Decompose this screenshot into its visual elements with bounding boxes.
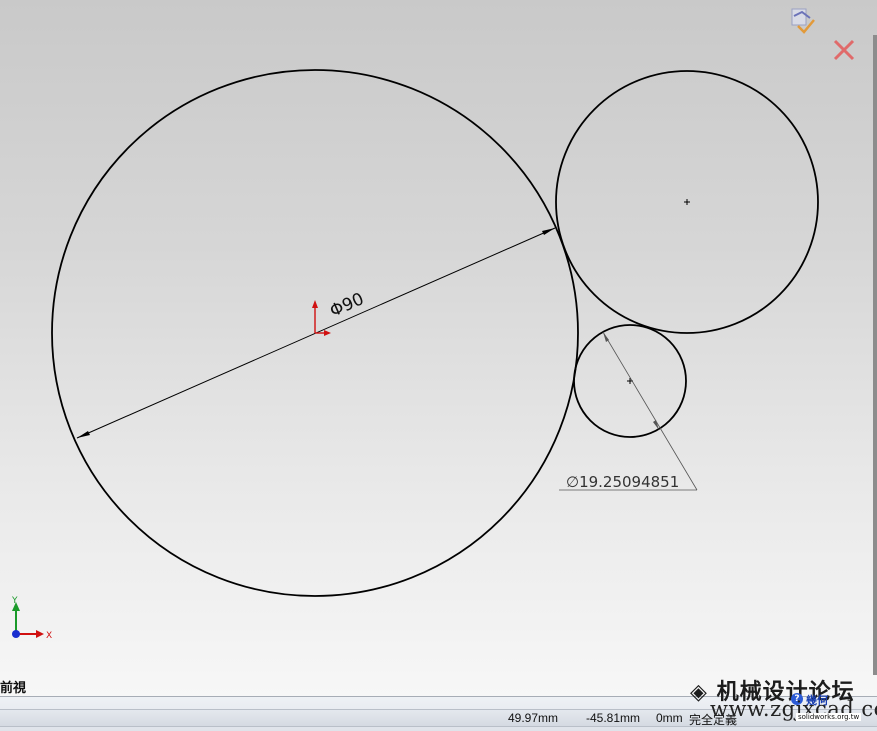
graphics-area[interactable]: Φ90 ∅19.25094851 Y X — [0, 0, 877, 696]
forum-logo-icon: ◈ — [690, 679, 708, 705]
large-diameter-dimension[interactable]: Φ90 — [327, 289, 367, 321]
status-y-coordinate: -45.81mm — [586, 711, 641, 725]
small-dimension-line[interactable] — [602, 331, 698, 491]
status-z-coordinate: 0mm — [656, 711, 683, 725]
small-arrow-top — [603, 332, 609, 342]
status-x-coordinate: 49.97mm — [508, 711, 559, 725]
dimension-arrow-left — [77, 431, 90, 438]
triad-y-label: Y — [11, 596, 18, 606]
sketch-canvas[interactable]: Φ90 ∅19.25094851 Y X — [0, 0, 877, 696]
axis-triad-icon: Y X — [11, 596, 52, 641]
dimension-arrow-right — [542, 228, 555, 235]
confirm-corner-icon[interactable] — [788, 4, 820, 40]
view-name-label: 前視 — [0, 681, 27, 696]
forum-badge: solidworks.org.tw — [796, 713, 862, 721]
triad-x-label: X — [46, 631, 52, 641]
cancel-corner-icon[interactable] — [832, 38, 856, 62]
small-diameter-dimension[interactable]: ∅19.25094851 — [566, 473, 679, 491]
